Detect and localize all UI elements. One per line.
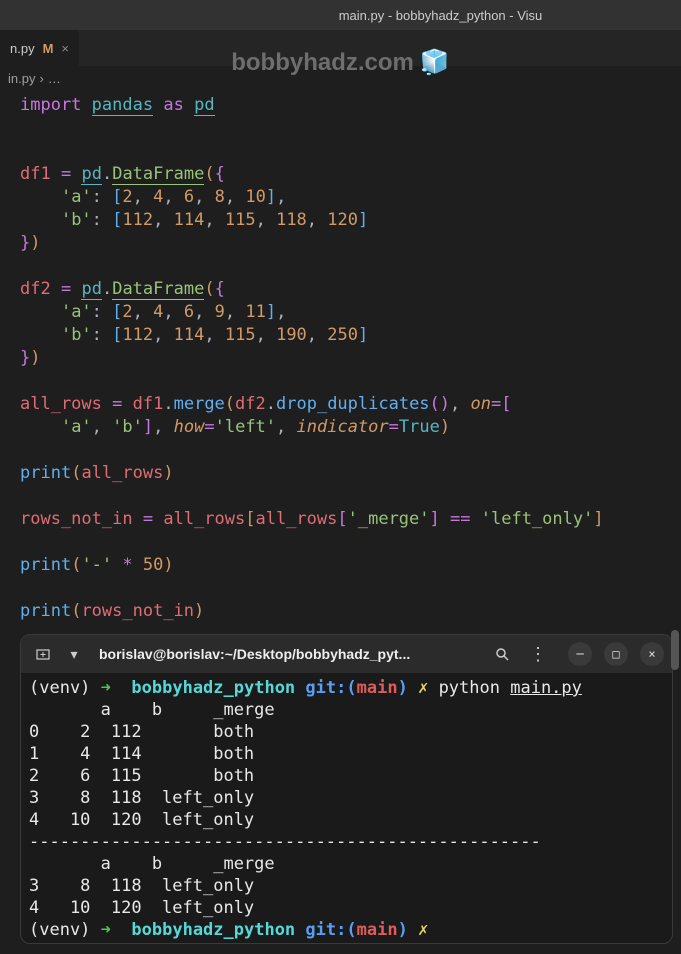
output-line: a b _merge [29, 699, 664, 721]
output-line: 3 8 118 left_only [29, 875, 664, 897]
terminal-window: ▾ borislav@borislav:~/Desktop/bobbyhadz_… [20, 634, 673, 944]
tab-label: n.py [10, 41, 35, 56]
output-line: 4 10 120 left_only [29, 809, 664, 831]
breadcrumb-more: … [48, 71, 61, 86]
new-tab-icon[interactable] [29, 640, 57, 668]
close-button[interactable]: × [640, 642, 664, 666]
terminal-title: borislav@borislav:~/Desktop/bobbyhadz_py… [91, 646, 480, 662]
breadcrumb[interactable]: in.py › … [0, 66, 681, 90]
breadcrumb-file: in.py [8, 71, 35, 86]
output-line: 4 10 120 left_only [29, 897, 664, 919]
output-line: 2 6 115 both [29, 765, 664, 787]
tab-modified-indicator: M [43, 41, 54, 56]
terminal-body[interactable]: (venv) ➜ bobbyhadz_python git:(main) ✗ p… [21, 673, 672, 944]
scrollbar-thumb[interactable] [671, 630, 679, 670]
window-title: main.py - bobbyhadz_python - Visu [339, 8, 543, 23]
output-line: 0 2 112 both [29, 721, 664, 743]
tab-main-py[interactable]: n.py M × [0, 30, 79, 66]
output-line: 1 4 114 both [29, 743, 664, 765]
output-line: ----------------------------------------… [29, 831, 664, 853]
window-titlebar: main.py - bobbyhadz_python - Visu [0, 0, 681, 30]
output-line: 3 8 118 left_only [29, 787, 664, 809]
search-icon[interactable] [488, 640, 516, 668]
dropdown-icon[interactable]: ▾ [65, 640, 83, 668]
tab-close-icon[interactable]: × [61, 41, 69, 56]
minimize-button[interactable]: ─ [568, 642, 592, 666]
terminal-titlebar: ▾ borislav@borislav:~/Desktop/bobbyhadz_… [21, 635, 672, 673]
maximize-button[interactable]: □ [604, 642, 628, 666]
code-editor[interactable]: import pandas as pd df1 = pd.DataFrame({… [0, 90, 681, 623]
menu-icon[interactable]: ⋮ [524, 640, 552, 668]
breadcrumb-separator: › [39, 71, 43, 86]
output-line: a b _merge [29, 853, 664, 875]
tab-bar: n.py M × [0, 30, 681, 66]
